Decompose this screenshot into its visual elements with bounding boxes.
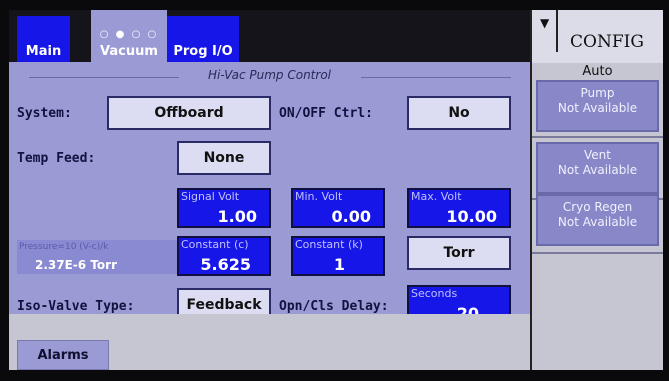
signal-volt-caption: Signal Volt	[181, 190, 240, 203]
tab-vacuum[interactable]: ○ ● ○ ○ Vacuum	[91, 10, 167, 62]
config-dropdown[interactable]: ▼ CONFIG	[532, 10, 663, 63]
cryo-regen-status: Not Available	[557, 215, 638, 229]
max-volt-caption: Max. Volt	[411, 190, 462, 203]
pressure-readout: Pressure=10 (V-c)/k 2.37E-6 Torr	[17, 240, 178, 274]
dropdown-divider	[556, 10, 558, 52]
constant-c-value: 5.625	[200, 255, 251, 274]
system-select-button[interactable]: Offboard	[107, 96, 271, 130]
chevron-down-icon: ▼	[540, 16, 550, 30]
tab-main[interactable]: Main	[17, 16, 70, 62]
alarms-button[interactable]: Alarms	[17, 340, 109, 370]
onoff-ctrl-label: ON/OFF Ctrl:	[279, 106, 373, 121]
constant-c-caption: Constant (c)	[181, 238, 249, 251]
opn-cls-delay-label: Opn/Cls Delay:	[279, 299, 389, 314]
min-volt-field[interactable]: Min. Volt 0.00	[291, 188, 385, 228]
temp-feed-button[interactable]: None	[177, 141, 271, 175]
pump-status-button[interactable]: Pump Not Available	[536, 80, 659, 132]
sidebar-divider	[532, 136, 663, 138]
page-indicator-dots: ○ ● ○ ○	[99, 29, 159, 40]
signal-volt-value: 1.00	[217, 207, 257, 226]
onoff-ctrl-button[interactable]: No	[407, 96, 511, 130]
iso-valve-label: Iso-Valve Type:	[17, 299, 135, 314]
max-volt-value: 10.00	[446, 207, 497, 226]
pump-status: Not Available	[557, 101, 638, 115]
system-label: System:	[17, 106, 72, 121]
vent-status: Not Available	[557, 163, 638, 177]
sidebar-divider	[532, 252, 663, 254]
vent-status-button[interactable]: Vent Not Available	[536, 142, 659, 194]
vent-title: Vent	[584, 148, 611, 162]
pressure-formula: Pressure=10 (V-c)/k	[19, 242, 109, 252]
constant-k-value: 1	[333, 255, 345, 274]
cryo-regen-status-button[interactable]: Cryo Regen Not Available	[536, 194, 659, 246]
max-volt-field[interactable]: Max. Volt 10.00	[407, 188, 511, 228]
config-label: CONFIG	[570, 32, 644, 52]
tab-prog-io-label: Prog I/O	[173, 44, 233, 59]
mode-label: Auto	[582, 64, 613, 79]
config-sidebar: ▼ CONFIG Auto Pump Not Available Vent No…	[530, 10, 663, 370]
min-volt-caption: Min. Volt	[295, 190, 343, 203]
tab-main-label: Main	[25, 44, 62, 59]
pressure-value: 2.37E-6 Torr	[35, 258, 117, 272]
min-volt-value: 0.00	[331, 207, 371, 226]
cryo-regen-title: Cryo Regen	[562, 200, 633, 214]
hmi-screen: Main ○ ● ○ ○ Vacuum Prog I/O Hi-Vac Pump…	[9, 10, 663, 370]
constant-c-field[interactable]: Constant (c) 5.625	[177, 236, 271, 276]
constant-k-field[interactable]: Constant (k) 1	[291, 236, 385, 276]
section-title: Hi-Vac Pump Control	[207, 68, 331, 82]
temp-feed-label: Temp Feed:	[17, 151, 96, 166]
unit-torr-button[interactable]: Torr	[407, 236, 511, 270]
opn-cls-delay-caption: Seconds	[411, 287, 458, 300]
signal-volt-field[interactable]: Signal Volt 1.00	[177, 188, 271, 228]
tab-prog-io[interactable]: Prog I/O	[167, 16, 239, 62]
pump-title: Pump	[580, 86, 615, 100]
constant-k-caption: Constant (k)	[295, 238, 363, 251]
tab-vacuum-label: Vacuum	[100, 44, 158, 59]
tab-bar: Main ○ ● ○ ○ Vacuum Prog I/O	[9, 10, 530, 62]
